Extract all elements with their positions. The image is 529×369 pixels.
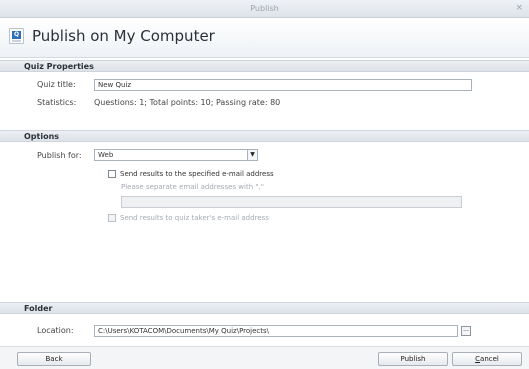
send-taker-checkbox[interactable]: [108, 214, 116, 222]
send-results-label[interactable]: Send results to the specified e-mail add…: [120, 170, 274, 178]
publish-for-select[interactable]: Web ▼: [94, 149, 258, 161]
dialog-footer: Back Publish Cancel: [0, 346, 529, 369]
statistics-value: Questions: 1; Total points: 10; Passing …: [94, 98, 281, 107]
send-results-checkbox[interactable]: [108, 170, 116, 178]
quiz-title-input[interactable]: New Quiz: [94, 79, 472, 91]
window-titlebar: Publish ×: [0, 0, 529, 18]
email-addresses-input[interactable]: [121, 196, 462, 208]
section-quiz-properties: Quiz Properties: [0, 60, 529, 72]
back-button[interactable]: Back: [17, 352, 91, 366]
statistics-label: Statistics:: [37, 98, 77, 107]
quiz-app-icon: Q: [9, 28, 24, 44]
page-title: Publish on My Computer: [32, 27, 215, 45]
publish-for-value: Web: [98, 151, 114, 159]
publish-for-label: Publish for:: [37, 151, 82, 160]
email-hint: Please separate email addresses with ",": [121, 183, 265, 191]
quiz-app-icon-letter: Q: [12, 31, 21, 39]
chevron-down-icon[interactable]: ▼: [247, 150, 257, 160]
section-options: Options: [0, 130, 529, 142]
section-title: Folder: [24, 304, 53, 313]
quiz-title-label: Quiz title:: [37, 80, 76, 89]
browse-button[interactable]: ...: [461, 326, 471, 336]
section-folder: Folder: [0, 302, 529, 314]
location-input[interactable]: C:\Users\KOTACOM\Documents\My Quiz\Proje…: [94, 325, 458, 337]
window-title: Publish: [250, 4, 279, 13]
close-icon[interactable]: ×: [515, 3, 523, 13]
cancel-button[interactable]: Cancel: [452, 352, 522, 366]
send-taker-label[interactable]: Send results to quiz taker's e-mail addr…: [120, 214, 269, 222]
dialog-header: Q Publish on My Computer: [0, 18, 529, 58]
section-title: Quiz Properties: [24, 62, 94, 71]
section-title: Options: [24, 132, 60, 141]
publish-button[interactable]: Publish: [378, 352, 448, 366]
location-label: Location:: [37, 326, 74, 335]
